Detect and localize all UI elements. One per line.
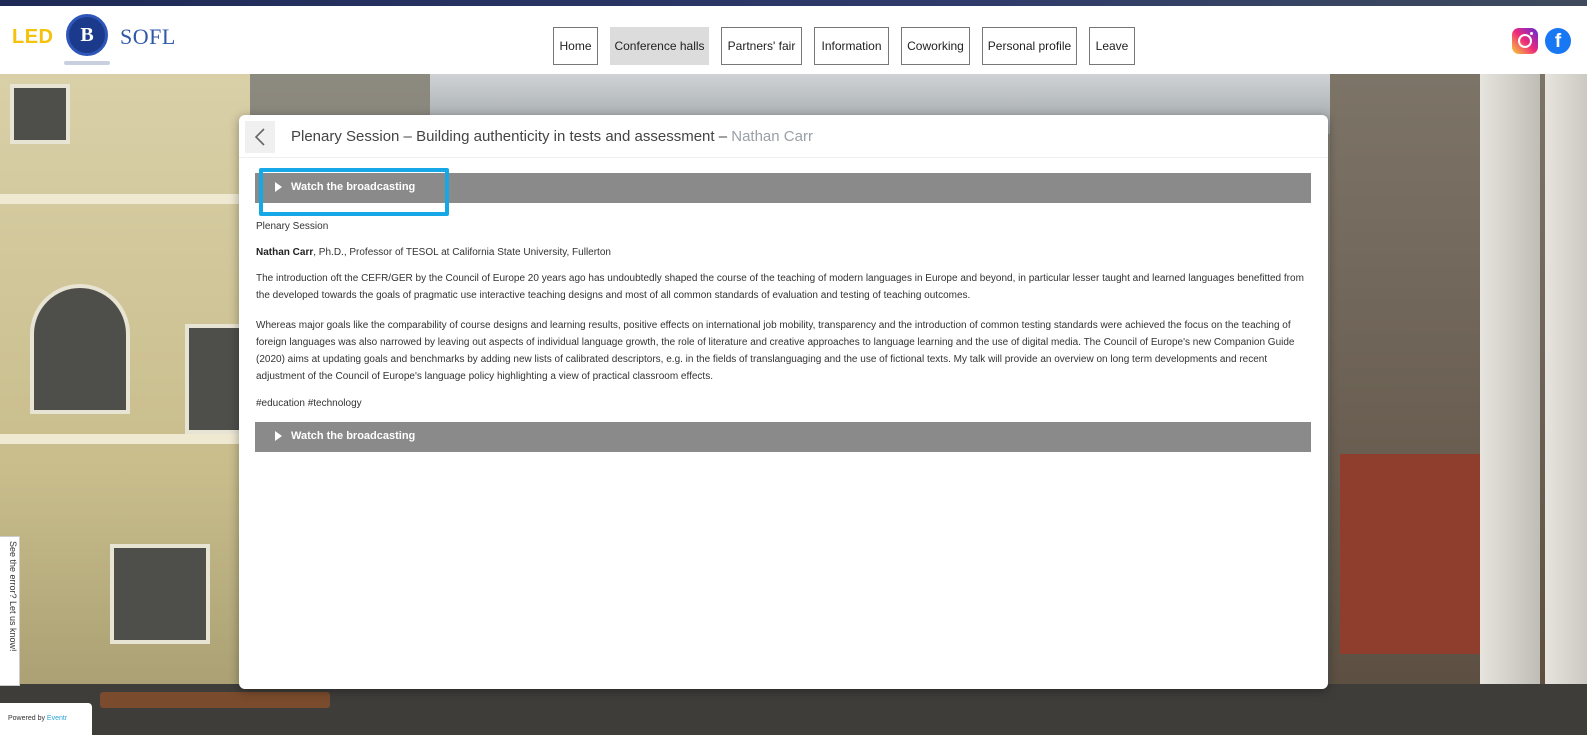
column (1545, 74, 1587, 735)
play-triangle-icon (275, 182, 282, 192)
watch-broadcast-label: Watch the broadcasting (291, 430, 416, 442)
building-ledge (0, 434, 250, 444)
left-building (0, 74, 250, 735)
site-header: LED B SOFL Home Conference halls Partner… (0, 6, 1587, 74)
session-type: Plenary Session (256, 221, 329, 232)
session-title-text: Plenary Session – Building authenticity … (291, 128, 732, 145)
speaker-details: , Ph.D., Professor of TESOL at Californi… (313, 247, 611, 258)
session-title: Plenary Session – Building authenticity … (291, 128, 813, 145)
bench (100, 692, 330, 708)
watch-broadcast-label: Watch the broadcasting (291, 181, 416, 193)
watch-broadcast-toggle-top[interactable]: Watch the broadcasting (255, 168, 1311, 216)
right-building (1330, 74, 1587, 735)
building-window (30, 284, 130, 414)
nav-personal-profile[interactable]: Personal profile (982, 27, 1077, 65)
nav-partners-fair[interactable]: Partners' fair (721, 27, 802, 65)
nav-conference-halls[interactable]: Conference halls (610, 27, 709, 65)
feedback-tab[interactable]: See the error? Let us know! (0, 536, 20, 686)
modal-header: Plenary Session – Building authenticity … (239, 115, 1328, 158)
nav-home[interactable]: Home (553, 27, 598, 65)
session-tags: #education #technology (256, 398, 362, 409)
column (1480, 74, 1540, 735)
session-title-speaker: Nathan Carr (731, 128, 813, 145)
session-modal: Plenary Session – Building authenticity … (239, 115, 1328, 689)
building-window (185, 324, 245, 434)
nav-information[interactable]: Information (814, 27, 889, 65)
nav-leave[interactable]: Leave (1089, 27, 1135, 65)
building-ledge (0, 194, 250, 204)
powered-by-brand: Eventr (46, 715, 68, 722)
speaker-name: Nathan Carr (256, 247, 314, 258)
play-triangle-icon (275, 431, 282, 441)
building-window (10, 84, 70, 144)
back-button[interactable] (245, 121, 275, 153)
powered-by-badge[interactable]: Powered by Eventr (0, 703, 92, 735)
instagram-icon[interactable] (1512, 28, 1538, 54)
hse-logo-caption (64, 61, 110, 65)
powered-by-prefix: Powered by (8, 715, 47, 722)
abstract-paragraph-2: Whereas major goals like the comparabili… (256, 320, 1295, 382)
brick-wall (1340, 454, 1500, 654)
abstract-paragraph-1: The introduction oft the CEFR/GER by the… (256, 273, 1304, 301)
building-window (110, 544, 210, 644)
watch-broadcast-toggle-bottom[interactable]: Watch the broadcasting (255, 422, 1311, 452)
feedback-tab-label: See the error? Let us know! (8, 541, 18, 652)
nav-coworking[interactable]: Coworking (901, 27, 970, 65)
speaker-line: Nathan Carr, Ph.D., Professor of TESOL a… (256, 244, 1310, 261)
chevron-left-icon (254, 128, 265, 146)
facebook-icon[interactable]: f (1545, 28, 1571, 54)
main-nav: Home Conference halls Partners' fair Inf… (0, 21, 1587, 65)
